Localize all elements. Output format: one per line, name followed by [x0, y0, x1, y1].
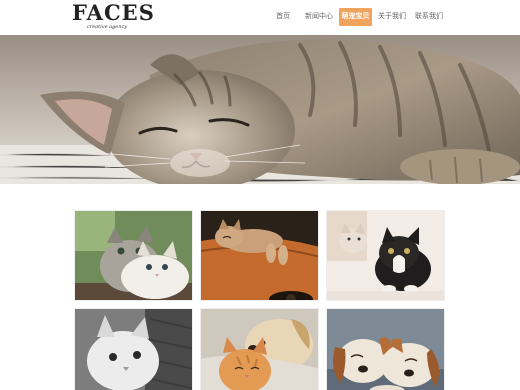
gallery-tile-black-white-kitten[interactable]: [326, 210, 445, 301]
gallery-tile-kitten-guitar[interactable]: [200, 210, 319, 301]
nav-item-news[interactable]: 新闻中心: [302, 8, 336, 26]
black-white-kitten-photo: [327, 211, 444, 300]
gallery-tile-white-kitten[interactable]: [74, 308, 193, 390]
sleeping-kitten-illustration: [0, 35, 520, 184]
hero-banner-image: [0, 35, 520, 184]
kitten-dog-photo: [201, 309, 318, 390]
logo-wordmark: FACES: [72, 0, 155, 25]
site-logo[interactable]: FACES creative agency: [72, 2, 154, 32]
gallery-tile-kitten-dog[interactable]: [200, 308, 319, 390]
gallery-tile-beagle-puppies[interactable]: [326, 308, 445, 390]
kitten-guitar-photo: [201, 211, 318, 300]
site-header: FACES creative agency 首页 新闻中心 萌宠宝贝 关于我们 …: [0, 0, 520, 35]
gallery-tile-two-kittens[interactable]: [74, 210, 193, 301]
two-kittens-photo: [75, 211, 192, 300]
logo-tagline: creative agency: [87, 24, 128, 30]
nav-item-home[interactable]: 首页: [266, 8, 300, 26]
nav-item-pets[interactable]: 萌宠宝贝: [339, 8, 372, 26]
beagle-puppies-photo: [327, 309, 444, 390]
nav-item-contact[interactable]: 联系我们: [412, 8, 446, 26]
white-kitten-photo: [75, 309, 192, 390]
nav-item-about[interactable]: 关于我们: [375, 8, 409, 26]
